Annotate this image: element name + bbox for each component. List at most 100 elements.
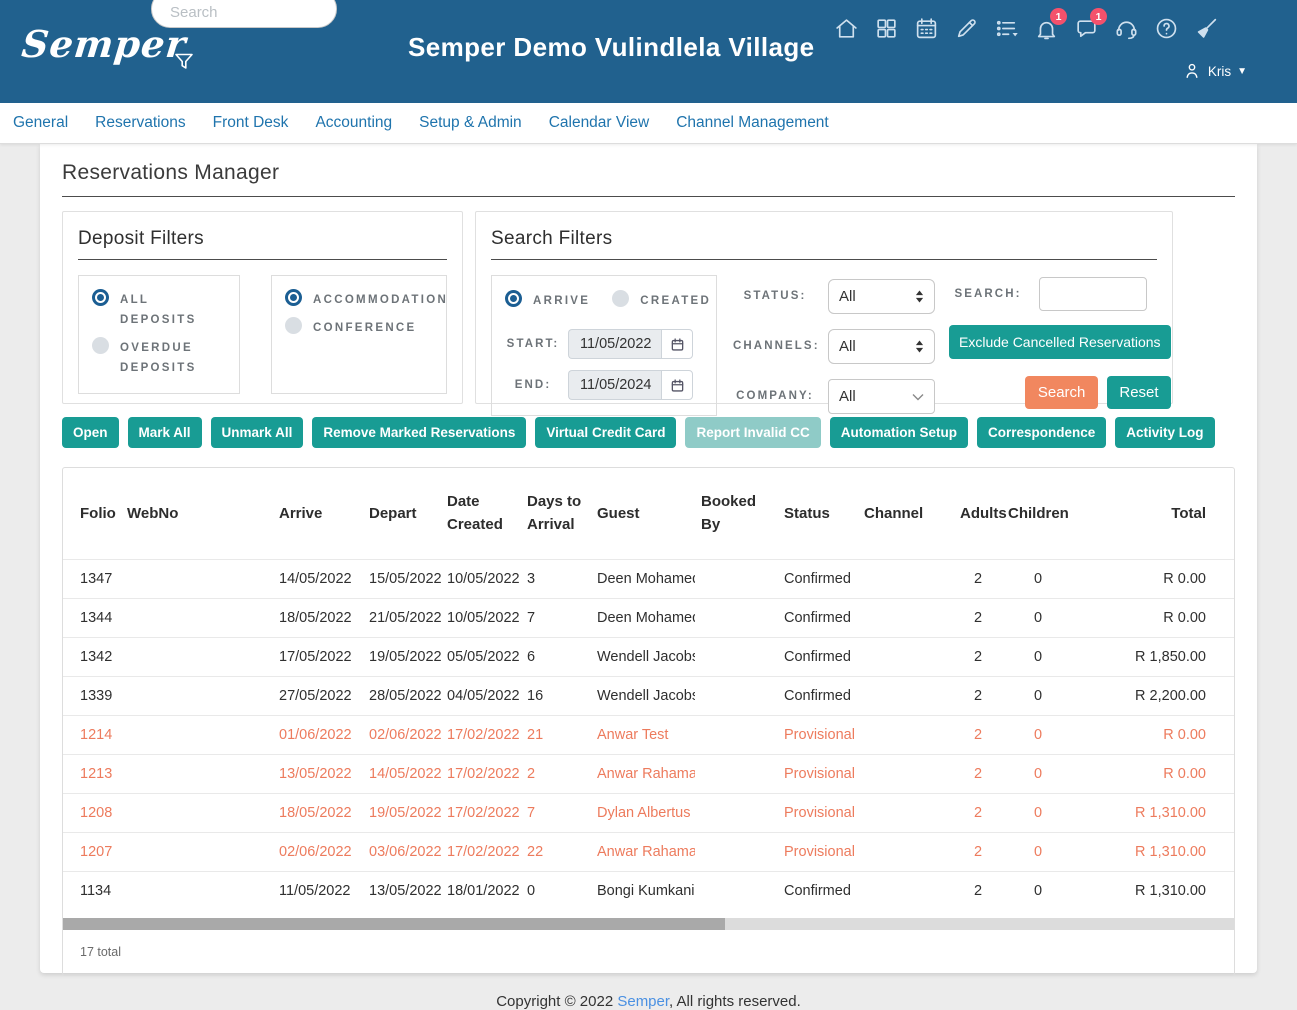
reservation-row-1214[interactable]: 121401/06/202202/06/202217/02/202221Anwa… <box>63 715 1234 754</box>
search-filter-input[interactable] <box>1039 277 1147 311</box>
radio-label: ARRIVE <box>533 289 590 311</box>
cell-created: 10/05/2022 <box>441 559 521 598</box>
automation-setup-button[interactable]: Automation Setup <box>830 417 968 448</box>
cell-total: R 0.00 <box>1074 715 1234 754</box>
cell-guest: Dylan Albertus <box>591 793 695 832</box>
remove-marked-reservations-button[interactable]: Remove Marked Reservations <box>312 417 526 448</box>
unmark-all-button[interactable]: Unmark All <box>211 417 304 448</box>
radio-selected-icon[interactable] <box>505 290 522 307</box>
search-button[interactable]: Search <box>1025 376 1099 409</box>
column-header-adults: Adults <box>954 468 1002 559</box>
cell-adults: 2 <box>954 871 1002 910</box>
radio-selected-icon[interactable] <box>285 289 302 306</box>
title-divider <box>62 196 1235 197</box>
home-icon[interactable] <box>834 16 859 41</box>
cell-webno <box>121 559 273 598</box>
virtual-credit-card-button[interactable]: Virtual Credit Card <box>535 417 676 448</box>
mark-all-button[interactable]: Mark All <box>128 417 202 448</box>
cell-adults: 2 <box>954 598 1002 637</box>
scrollbar-thumb[interactable] <box>63 918 725 930</box>
cell-days: 2 <box>521 754 591 793</box>
exclude-cancelled-button[interactable]: Exclude Cancelled Reservations <box>949 325 1171 359</box>
semper-footer-link[interactable]: Semper <box>617 993 669 1010</box>
reservation-row-1207[interactable]: 120702/06/202203/06/202217/02/202222Anwa… <box>63 832 1234 871</box>
cell-children: 0 <box>1002 715 1074 754</box>
status-select[interactable]: All <box>828 279 935 314</box>
cell-booked_by <box>695 559 778 598</box>
nav-item-front-desk[interactable]: Front Desk <box>213 114 289 132</box>
notifications-bell-icon[interactable]: 1 <box>1034 16 1059 41</box>
reset-button[interactable]: Reset <box>1107 376 1170 409</box>
radio-selected-icon[interactable] <box>92 289 109 306</box>
cell-days: 3 <box>521 559 591 598</box>
report-invalid-cc-button[interactable]: Report Invalid CC <box>685 417 820 448</box>
edit-pencil-icon[interactable] <box>954 16 979 41</box>
filter-funnel-icon[interactable] <box>172 50 196 74</box>
housekeeping-broom-icon[interactable] <box>1194 16 1219 41</box>
end-date-input[interactable] <box>568 370 661 400</box>
apps-grid-icon[interactable] <box>874 16 899 41</box>
date-mode-created-radio[interactable]: CREATED <box>612 289 711 311</box>
deposit-overdue-deposits-radio[interactable]: OVERDUE DEPOSITS <box>92 336 226 378</box>
reservation-row-1344[interactable]: 134418/05/202221/05/202210/05/20227Deen … <box>63 598 1234 637</box>
reservation-row-1208[interactable]: 120818/05/202219/05/202217/02/20227Dylan… <box>63 793 1234 832</box>
activity-log-button[interactable]: Activity Log <box>1115 417 1214 448</box>
booking-conference-radio[interactable]: CONFERENCE <box>285 316 433 338</box>
search-field-label: SEARCH: <box>949 285 1027 303</box>
task-list-icon[interactable] <box>994 16 1019 41</box>
cell-total: R 0.00 <box>1074 598 1234 637</box>
radio-label: CONFERENCE <box>313 316 417 338</box>
chevron-down-icon <box>912 390 924 404</box>
nav-item-calendar-view[interactable]: Calendar View <box>549 114 650 132</box>
cell-created: 17/02/2022 <box>441 715 521 754</box>
nav-item-channel-management[interactable]: Channel Management <box>676 114 829 132</box>
nav-item-general[interactable]: General <box>13 114 68 132</box>
header-icon-row: 1 1 <box>834 16 1219 41</box>
page-title: Reservations Manager <box>62 161 1235 185</box>
cell-adults: 2 <box>954 676 1002 715</box>
correspondence-button[interactable]: Correspondence <box>977 417 1106 448</box>
end-date-calendar-button[interactable] <box>661 370 693 400</box>
nav-item-setup-admin[interactable]: Setup & Admin <box>419 114 522 132</box>
help-icon[interactable] <box>1154 16 1179 41</box>
cell-status: Provisional <box>778 793 858 832</box>
notifications-badge: 1 <box>1050 8 1067 25</box>
cell-created: 05/05/2022 <box>441 637 521 676</box>
reservation-row-1342[interactable]: 134217/05/202219/05/202205/05/20226Wende… <box>63 637 1234 676</box>
start-date-label: START: <box>505 336 561 353</box>
reservation-row-1339[interactable]: 133927/05/202228/05/202204/05/202216Wend… <box>63 676 1234 715</box>
global-search-input[interactable] <box>168 3 371 22</box>
company-select[interactable]: All <box>828 379 935 414</box>
nav-item-reservations[interactable]: Reservations <box>95 114 185 132</box>
cell-guest: Anwar Rahama <box>591 754 695 793</box>
cell-channel <box>858 793 954 832</box>
messages-chat-icon[interactable]: 1 <box>1074 16 1099 41</box>
status-select-value: All <box>839 288 856 305</box>
cell-booked_by <box>695 598 778 637</box>
deposit-all-deposits-radio[interactable]: ALL DEPOSITS <box>92 288 226 330</box>
radio-label: ALL DEPOSITS <box>120 288 226 330</box>
horizontal-scrollbar[interactable] <box>63 918 1234 930</box>
support-headset-icon[interactable] <box>1114 16 1139 41</box>
cell-children: 0 <box>1002 793 1074 832</box>
open-button[interactable]: Open <box>62 417 119 448</box>
user-name: Kris <box>1208 64 1231 79</box>
start-date-input[interactable] <box>568 329 661 359</box>
booking-accommodation-radio[interactable]: ACCOMMODATION <box>285 288 433 310</box>
start-date-calendar-button[interactable] <box>661 329 693 359</box>
reservation-row-1134[interactable]: 113411/05/202213/05/202218/01/20220Bongi… <box>63 871 1234 910</box>
reservation-row-1213[interactable]: 121313/05/202214/05/202217/02/20222Anwar… <box>63 754 1234 793</box>
radio-unselected-icon[interactable] <box>92 337 109 354</box>
nav-item-accounting[interactable]: Accounting <box>315 114 392 132</box>
cell-folio: 1342 <box>63 637 121 676</box>
search-filters-panel: Search Filters ARRIVECREATED START: <box>475 211 1173 404</box>
channels-select[interactable]: All <box>828 329 935 364</box>
semper-logo[interactable]: Semper <box>20 22 189 66</box>
radio-unselected-icon[interactable] <box>285 317 302 334</box>
radio-unselected-icon[interactable] <box>612 290 629 307</box>
cell-depart: 14/05/2022 <box>363 754 441 793</box>
calendar-icon[interactable] <box>914 16 939 41</box>
date-mode-arrive-radio[interactable]: ARRIVE <box>505 289 590 311</box>
reservation-row-1347[interactable]: 134714/05/202215/05/202210/05/20223Deen … <box>63 559 1234 598</box>
user-menu[interactable]: Kris ▼ <box>1182 61 1247 81</box>
